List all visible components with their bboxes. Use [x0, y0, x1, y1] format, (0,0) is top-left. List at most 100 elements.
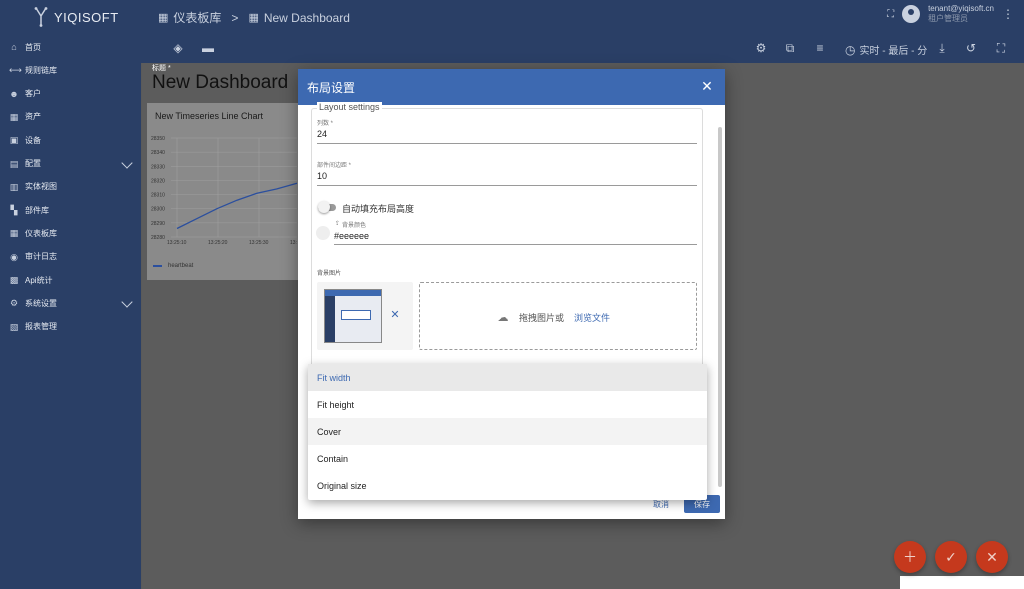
sidebar-item-label: 客户	[25, 89, 41, 99]
x-tick-label: 13:25:10	[167, 240, 187, 246]
aliases-icon[interactable]: ⧉	[783, 41, 797, 55]
sidebar-item[interactable]: ▧ 报表管理	[0, 316, 141, 338]
rule-chain-icon: ⟷	[9, 65, 22, 76]
y-tick-label: 28290	[151, 221, 165, 227]
avatar[interactable]	[902, 5, 921, 23]
breadcrumb-item-dashboards[interactable]: ▦ 仪表板库	[158, 9, 221, 26]
columns-input[interactable]: 24	[317, 129, 327, 139]
option-fit-height[interactable]: Fit height	[308, 391, 707, 418]
sidebar-item[interactable]: ▤ 配置	[0, 153, 141, 175]
api-stats-icon: ▩	[9, 275, 19, 285]
breadcrumb: ▦ 仪表板库 > ▦ New Dashboard	[158, 9, 350, 26]
bg-color-input[interactable]: #eeeeee	[334, 231, 369, 241]
sidebar-item-label: 实体视图	[25, 182, 57, 192]
sidebar-item-label: 系统设置	[25, 298, 57, 308]
remove-image-icon[interactable]: ✕	[389, 309, 401, 321]
dialog-scrollbar[interactable]	[718, 127, 722, 487]
sidebar-item[interactable]: ▥ 实体视图	[0, 176, 141, 198]
dialog-title: 布局设置	[307, 81, 356, 95]
chevron-down-icon[interactable]	[121, 296, 133, 308]
bg-color-underline	[334, 244, 697, 245]
sidebar-item[interactable]: ▦ 仪表板库	[0, 222, 141, 244]
chevron-down-icon[interactable]	[121, 156, 133, 169]
x-tick-label: 13:25:20	[208, 240, 228, 246]
sidebar-item[interactable]: ◉ 审计日志	[0, 246, 141, 268]
close-icon[interactable]: ✕	[699, 78, 715, 94]
fieldset-legend: Layout settings	[317, 102, 382, 112]
timewindow-button[interactable]: ◷ 实时 - 最后 - 分	[845, 42, 927, 58]
sidebar-item[interactable]: ▩ Api统计	[0, 269, 141, 291]
entity-view-icon: ▥	[9, 181, 19, 192]
widget-title: New Timeseries Line Chart	[155, 111, 264, 121]
sidebar-item-label: Api统计	[25, 275, 53, 285]
plus-icon: ＋	[903, 549, 917, 565]
sidebar-item-label: 设备	[25, 135, 41, 145]
download-icon[interactable]: ⤓	[935, 41, 949, 55]
sidebar-item[interactable]: ⌂ 首页	[0, 36, 141, 58]
sidebar-item[interactable]: ▦ 资产	[0, 106, 141, 128]
y-tick-label: 28300	[151, 207, 165, 213]
fullscreen-icon[interactable]: ⛶	[994, 41, 1008, 55]
filter-icon[interactable]: ≡	[813, 41, 827, 55]
bg-color-label-row: ⇪ 背景颜色	[335, 220, 366, 229]
user-menu[interactable]: ⛶ tenant@yiqisoft.cn 租户管理员 ⋮	[887, 4, 1014, 24]
breadcrumb-separator: >	[231, 10, 239, 25]
line-chart: 28350 28340 28330 28320 28310 28300 28290 28280…	[151, 136, 298, 246]
image-size-dropdown: Fit width Fit height Cover Contain Origi…	[308, 364, 707, 500]
sidebar-item[interactable]: ▣ 设备	[0, 129, 141, 151]
logo-icon	[34, 7, 48, 27]
option-cover[interactable]: Cover	[308, 418, 707, 445]
x-tick-label: 13:25:30	[249, 240, 269, 246]
history-icon[interactable]: ↺	[964, 41, 978, 55]
sidebar-item-label: 资产	[25, 112, 41, 122]
app-logo[interactable]: YIQISOFT	[34, 6, 144, 28]
autofill-toggle-knob[interactable]	[318, 201, 330, 213]
bg-color-swatch[interactable]	[316, 226, 330, 240]
dialog-header: 布局设置 ✕	[298, 69, 725, 105]
clock-icon: ◷	[845, 42, 856, 57]
dashboards-icon: ▦	[248, 12, 259, 24]
sidebar-item[interactable]: ▚ 部件库	[0, 199, 141, 221]
sidebar-item-label: 规则链库	[25, 65, 57, 75]
widgets-icon: ▚	[10, 205, 18, 216]
option-original-size[interactable]: Original size	[308, 472, 707, 499]
upload-icon[interactable]: ⇪	[335, 220, 340, 229]
dashboards-icon: ▦	[158, 12, 169, 24]
breadcrumb-item-current: ▦ New Dashboard	[248, 11, 349, 25]
user-info: tenant@yiqisoft.cn 租户管理员	[928, 4, 994, 24]
margin-underline	[317, 185, 697, 186]
chart-legend[interactable]: heartbeat	[153, 263, 193, 269]
sidebar-item[interactable]: ⟷ 规则链库	[0, 59, 141, 81]
y-tick-label: 28330	[151, 164, 165, 170]
y-tick-label: 28280	[151, 235, 165, 241]
option-contain[interactable]: Contain	[308, 445, 707, 472]
page-title[interactable]: New Dashboard	[152, 72, 288, 94]
user-email: tenant@yiqisoft.cn	[928, 4, 994, 13]
assets-icon: ▦	[9, 111, 19, 122]
sidebar-item-label: 审计日志	[25, 252, 57, 262]
decline-changes-button[interactable]: ✕	[976, 541, 1008, 573]
sidebar-item[interactable]: ☻ 客户	[0, 83, 141, 105]
sidebar-item-label: 配置	[25, 159, 41, 168]
drop-text: 拖拽图片或	[519, 313, 565, 323]
more-vert-icon[interactable]: ⋮	[1002, 7, 1014, 21]
margin-input[interactable]: 10	[317, 171, 327, 181]
bg-image-thumbnail	[324, 289, 382, 343]
y-tick-label: 28340	[151, 150, 165, 156]
settings-icon[interactable]: ⚙	[754, 41, 768, 55]
customers-icon: ☻	[9, 88, 19, 99]
y-tick-label: 28350	[151, 136, 165, 142]
browse-files-link[interactable]: 浏览文件	[574, 311, 610, 324]
fullscreen-icon[interactable]: ⛶	[887, 9, 894, 20]
option-fit-width[interactable]: Fit width	[308, 364, 707, 391]
columns-label: 列数 *	[317, 121, 334, 127]
sidebar-item[interactable]: ⚙ 系统设置	[0, 292, 141, 314]
x-tick-label: 13:	[290, 240, 297, 246]
layers-icon[interactable]: ◈	[171, 41, 185, 55]
states-icon[interactable]: ▬	[201, 41, 215, 55]
breadcrumb-label: 仪表板库	[173, 11, 222, 25]
chart-widget[interactable]: New Timeseries Line Chart 28350 28340 2833…	[147, 103, 299, 280]
add-widget-button[interactable]: ＋	[894, 541, 926, 573]
apply-changes-button[interactable]: ✓	[935, 541, 967, 573]
cloud-upload-icon: ☁	[497, 312, 509, 324]
